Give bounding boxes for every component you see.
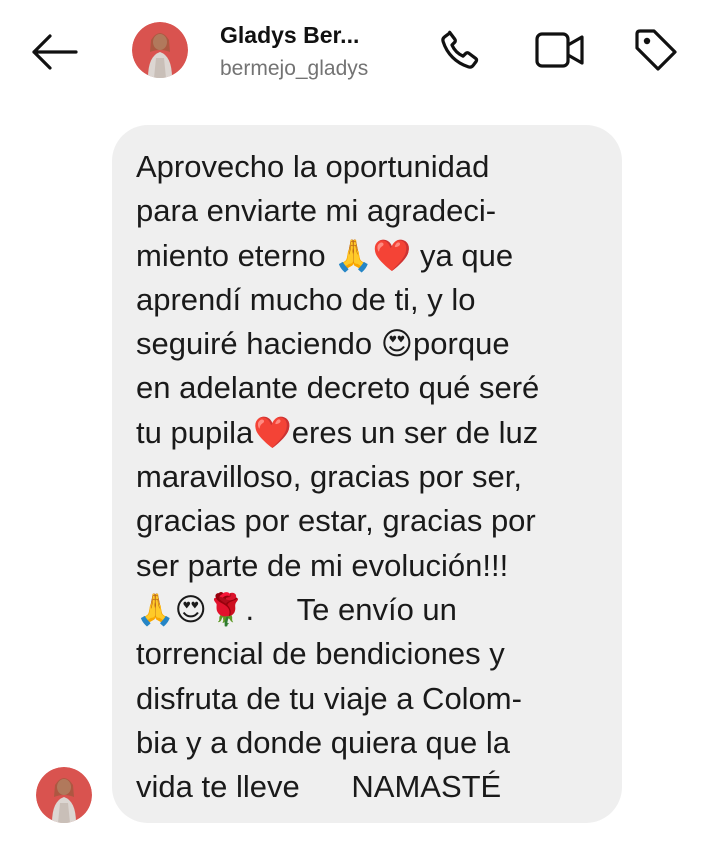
tag-icon — [635, 29, 677, 71]
contact-info[interactable]: Gladys Ber... bermejo_gladys — [220, 20, 410, 84]
tag-button[interactable] — [628, 24, 684, 76]
back-button[interactable] — [28, 28, 80, 76]
contact-username: bermejo_gladys — [220, 57, 369, 80]
phone-icon — [441, 30, 479, 69]
avatar-image — [36, 767, 92, 823]
call-button[interactable] — [432, 24, 488, 76]
message-text: Aprovecho la oportunidad para enviarte m… — [136, 149, 540, 805]
sender-avatar[interactable] — [36, 767, 92, 823]
arrow-left-icon — [32, 34, 78, 70]
avatar-image — [132, 22, 188, 78]
contact-avatar[interactable] — [132, 22, 188, 78]
video-camera-icon — [535, 32, 584, 68]
video-call-button[interactable] — [532, 24, 588, 76]
contact-name: Gladys Ber... — [220, 22, 360, 48]
message-bubble[interactable]: Aprovecho la oportunidad para enviarte m… — [112, 125, 622, 823]
chat-header: Gladys Ber... bermejo_gladys — [0, 0, 720, 104]
